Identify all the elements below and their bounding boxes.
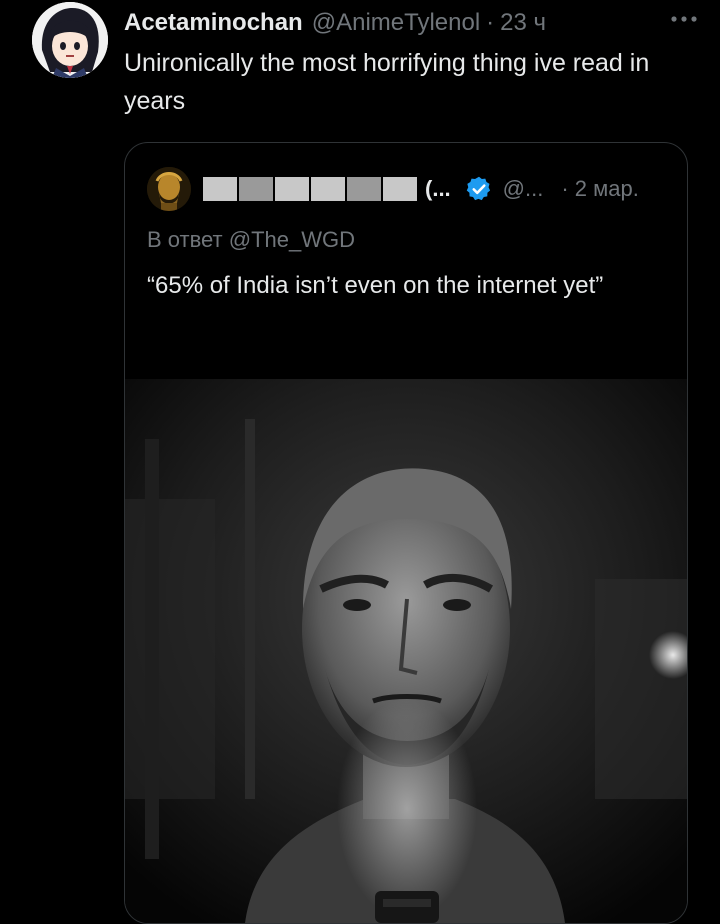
verified-badge-icon	[466, 176, 490, 201]
quoted-tweet-text: “65% of India isn’t even on the internet…	[147, 272, 604, 299]
author-handle[interactable]: @AnimeTylenol	[312, 9, 480, 37]
more-options-button[interactable]	[666, 4, 702, 34]
tweet-header: Acetaminochan @AnimeTylenol · 23 ч	[124, 6, 700, 40]
author-name[interactable]: Acetaminochan	[124, 9, 303, 37]
quoted-tweet-header: (... @... · 2 мар.	[147, 167, 669, 211]
quoted-author-name[interactable]: (...	[425, 176, 451, 202]
quoted-tweet-image[interactable]	[125, 379, 687, 923]
redacted-name-block	[203, 177, 417, 201]
tweet-timestamp[interactable]: 23 ч	[500, 9, 546, 37]
author-avatar[interactable]	[32, 2, 108, 78]
quoted-tweet-card[interactable]: (... @... · 2 мар. В ответ @The_WGD “65%…	[124, 142, 688, 924]
reply-to-label[interactable]: В ответ @The_WGD	[147, 227, 355, 253]
quoted-author-avatar[interactable]	[147, 167, 191, 211]
tweet-text: Unironically the most horrifying thing i…	[124, 49, 650, 115]
quoted-author-handle[interactable]: @...	[503, 176, 544, 202]
more-horizontal-icon	[671, 16, 697, 22]
quoted-tweet-timestamp[interactable]: · 2 мар.	[561, 176, 639, 202]
time-separator: ·	[486, 9, 495, 36]
